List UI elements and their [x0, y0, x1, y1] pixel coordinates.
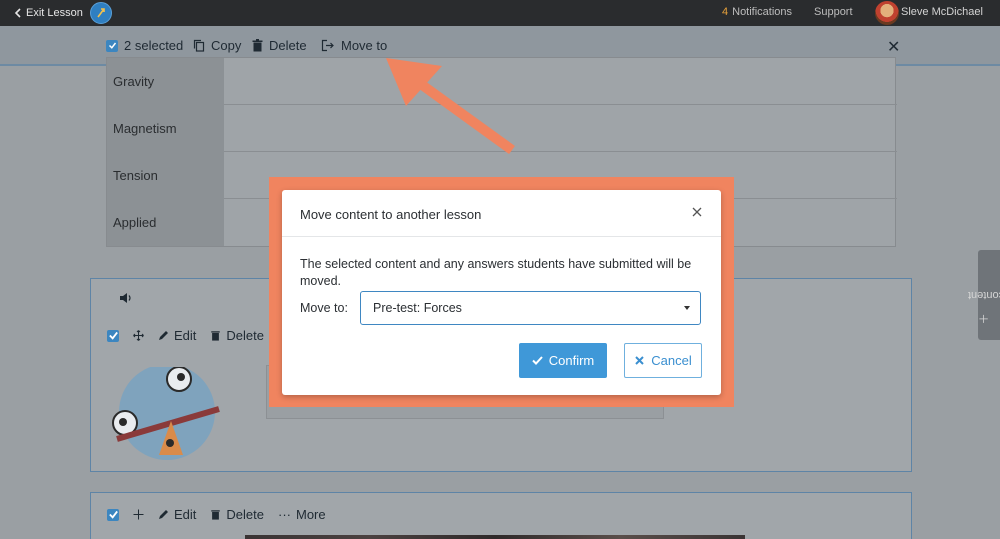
app-logo-icon[interactable] [90, 2, 112, 24]
block-toolbar: Edit Delete ··· More [107, 507, 326, 522]
confirm-label: Confirm [548, 353, 595, 368]
edit-button[interactable]: Edit [158, 328, 196, 343]
delete-label: Delete [226, 507, 264, 522]
copy-button[interactable]: Copy [193, 38, 241, 53]
cancel-label: Cancel [651, 353, 692, 368]
table-row-label: Gravity [107, 58, 224, 105]
table-row: Gravity [107, 58, 897, 105]
close-icon[interactable] [690, 205, 704, 219]
move-to-button[interactable]: Move to [321, 38, 387, 53]
add-content-label: ＋ Add content [967, 289, 1000, 325]
exit-lesson-link[interactable]: Exit Lesson [14, 7, 83, 19]
drag-handle-icon[interactable] [133, 509, 144, 520]
table-row: Magnetism [107, 105, 897, 152]
more-button[interactable]: ··· More [278, 507, 326, 522]
move-icon [321, 39, 334, 52]
delete-button[interactable]: Delete [210, 328, 264, 343]
block-checkbox[interactable] [107, 508, 119, 521]
notifications-link[interactable]: 4 Notifications [722, 6, 792, 18]
table-row-label: Tension [107, 152, 224, 199]
lesson-select[interactable]: Pre-test: Forces [360, 291, 701, 325]
dialog-title: Move content to another lesson [300, 207, 482, 222]
more-label: More [295, 507, 326, 522]
trash-icon [252, 39, 263, 52]
more-icon: ··· [277, 507, 291, 522]
selected-count[interactable]: 2 selected [106, 38, 183, 53]
delete-label: Delete [269, 38, 307, 53]
close-icon [635, 356, 644, 365]
lesson-select-value: Pre-test: Forces [373, 301, 462, 315]
dialog-header: Move content to another lesson [282, 190, 721, 237]
content-block[interactable]: Edit Delete ··· More [90, 492, 912, 539]
delete-button[interactable]: Delete [252, 38, 307, 53]
pencil-icon [159, 510, 168, 519]
cancel-button[interactable]: Cancel [624, 343, 702, 378]
confirm-button[interactable]: Confirm [519, 343, 607, 378]
add-content-tab[interactable]: ＋ Add content [967, 250, 1000, 340]
move-to-label: Move to [341, 38, 388, 53]
block-toolbar: Edit Delete [107, 328, 264, 343]
check-icon [532, 356, 543, 365]
notifications-count: 4 [722, 6, 729, 18]
avatar[interactable] [875, 1, 899, 25]
block-checkbox[interactable] [107, 329, 119, 342]
delete-button[interactable]: Delete [210, 507, 264, 522]
copy-label: Copy [211, 38, 242, 53]
photo-image [245, 535, 745, 539]
chevron-left-icon [14, 8, 21, 18]
support-link[interactable]: Support [814, 6, 853, 18]
user-name[interactable]: Sleve McDichael [901, 6, 983, 18]
close-selection-icon[interactable]: ✕ [887, 37, 900, 57]
exit-lesson-label: Exit Lesson [26, 7, 83, 19]
table-row-label: Applied [107, 199, 224, 246]
delete-label: Delete [226, 328, 264, 343]
seesaw-illustration [97, 364, 227, 472]
selected-count-label: 2 selected [124, 38, 184, 53]
speaker-icon[interactable] [119, 291, 133, 309]
move-to-label: Move to: [300, 301, 348, 315]
dialog-message: The selected content and any answers stu… [300, 257, 692, 288]
pencil-icon [159, 331, 168, 340]
edit-button[interactable]: Edit [158, 507, 196, 522]
move-content-dialog: Move content to another lesson The selec… [282, 190, 721, 395]
selection-checkbox[interactable] [106, 39, 118, 52]
top-bar: Exit Lesson 4 Notifications Support Sleve… [0, 0, 1000, 26]
caret-down-icon [684, 306, 690, 310]
drag-handle-icon[interactable] [133, 330, 144, 341]
trash-icon [211, 331, 221, 341]
edit-label: Edit [174, 328, 197, 343]
edit-label: Edit [174, 507, 197, 522]
copy-icon [193, 39, 205, 52]
notifications-label: Notifications [732, 6, 793, 18]
table-row-label: Magnetism [107, 105, 224, 152]
trash-icon [211, 510, 221, 520]
